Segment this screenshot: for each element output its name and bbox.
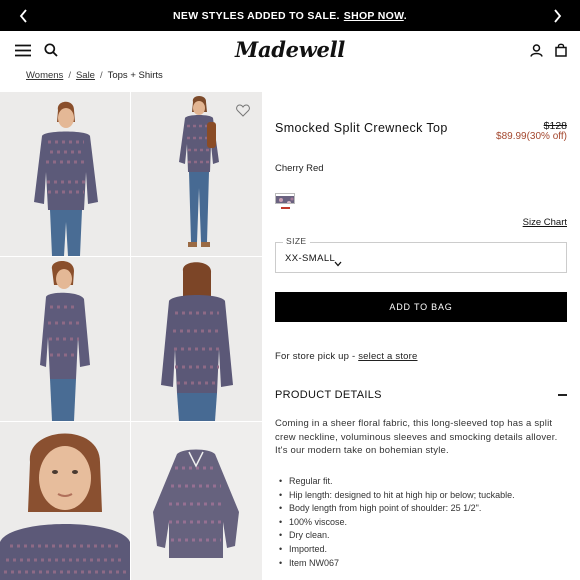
promo-suffix: . [403, 9, 407, 22]
breadcrumb-sale[interactable]: Sale [76, 70, 95, 81]
size-chart-link[interactable]: Size Chart [523, 217, 567, 228]
color-swatch-cherry-red[interactable] [275, 193, 295, 204]
next-arrow-icon[interactable] [542, 0, 572, 31]
bag-icon[interactable] [551, 40, 571, 60]
product-description: Coming in a sheer floral fabric, this lo… [275, 418, 558, 457]
list-item: Item NW067 [279, 557, 575, 571]
wishlist-heart-icon[interactable] [236, 104, 250, 118]
size-label: SIZE [283, 236, 310, 246]
breadcrumb: Womens / Sale / Tops + Shirts [26, 70, 163, 81]
size-selected-value: XX-SMALL [285, 253, 336, 264]
shop-now-link[interactable]: SHOP NOW [344, 10, 404, 22]
collapse-minus-icon[interactable] [558, 394, 567, 396]
madewell-logo[interactable]: Madewell [0, 37, 580, 62]
selected-swatch-indicator [281, 207, 290, 209]
product-details-list: Regular fit. Hip length: designed to hit… [279, 475, 575, 570]
product-photo-flat-lay[interactable] [131, 422, 262, 580]
breadcrumb-womens[interactable]: Womens [26, 70, 63, 81]
list-item: Imported. [279, 543, 575, 557]
account-icon[interactable] [526, 40, 546, 60]
list-item: Hip length: designed to hit at high hip … [279, 489, 575, 503]
breadcrumb-separator: / [68, 70, 71, 81]
list-item: Dry clean. [279, 529, 575, 543]
promo-text: NEW STYLES ADDED TO SALE. [173, 9, 340, 22]
product-photo-back[interactable] [131, 257, 262, 421]
breadcrumb-current: Tops + Shirts [107, 70, 163, 81]
product-photo-closeup[interactable] [0, 422, 130, 580]
promo-banner: NEW STYLES ADDED TO SALE. SHOP NOW. [0, 0, 580, 31]
product-photo-side[interactable] [0, 257, 130, 421]
pickup-text: For store pick up - [275, 351, 359, 362]
site-header: Madewell [0, 31, 580, 69]
breadcrumb-separator: / [99, 70, 103, 81]
previous-arrow-icon[interactable] [8, 0, 38, 31]
chevron-down-icon [334, 254, 342, 272]
select-store-link[interactable]: select a store [358, 351, 417, 362]
list-item: Regular fit. [279, 475, 575, 489]
list-item: 100% viscose. [279, 516, 575, 530]
size-select[interactable]: XX-SMALL [275, 242, 567, 273]
sale-price: $89.99(30% off) [496, 131, 567, 142]
promo-message: NEW STYLES ADDED TO SALE. SHOP NOW. [173, 10, 407, 22]
product-details-heading[interactable]: PRODUCT DETAILS [275, 389, 382, 401]
color-name: Cherry Red [275, 163, 324, 174]
list-item: Body length from high point of shoulder:… [279, 502, 575, 516]
product-title: Smocked Split Crewneck Top [275, 121, 448, 135]
product-photo-front[interactable] [0, 92, 130, 256]
add-to-bag-button[interactable]: ADD TO BAG [275, 292, 567, 322]
store-pickup: For store pick up - select a store [275, 351, 418, 362]
